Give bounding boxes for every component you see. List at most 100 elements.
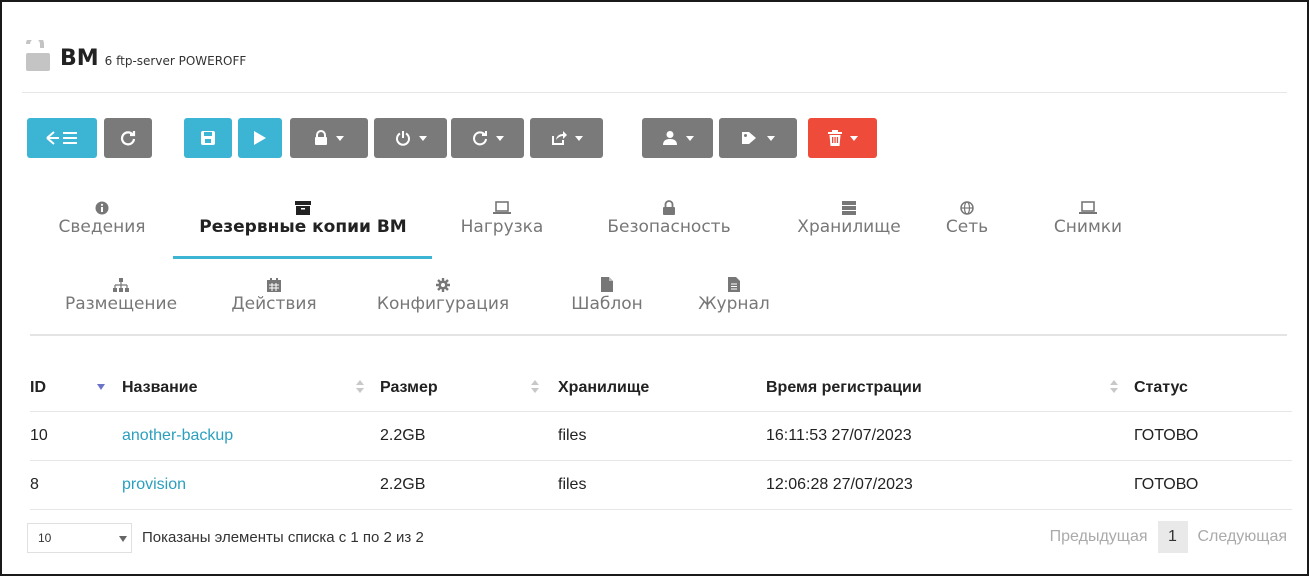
sort-icon [1110, 380, 1118, 394]
tab-label: Сведения [58, 217, 146, 237]
tab-placement[interactable]: Размещение [57, 274, 185, 314]
cell-status: ГОТОВО [1134, 460, 1292, 510]
page-1-button[interactable]: 1 [1157, 521, 1188, 553]
reboot-menu-button[interactable] [451, 118, 524, 158]
cell-registration-time: 16:11:53 27/07/2023 [766, 411, 1134, 461]
tab-log[interactable]: Журнал [693, 274, 775, 314]
chevron-down-icon [685, 135, 694, 141]
cell-status: ГОТОВО [1134, 411, 1292, 461]
back-to-list-button[interactable] [27, 118, 97, 158]
power-icon [395, 131, 410, 146]
tab-load[interactable]: Нагрузка [454, 197, 550, 237]
calendar-icon [267, 278, 281, 292]
table-row[interactable]: 10 another-backup 2.2GB files 16:11:53 2… [30, 411, 1292, 461]
tab-label: Действия [231, 294, 317, 314]
tag-icon [742, 132, 756, 144]
tab-label: Снимки [1053, 217, 1123, 237]
table-row[interactable]: 8 provision 2.2GB files 12:06:28 27/07/2… [30, 460, 1292, 510]
column-header-storage[interactable]: Хранилище [558, 364, 766, 412]
column-header-size[interactable]: Размер [380, 364, 558, 412]
tab-security[interactable]: Безопасность [599, 197, 739, 237]
tab-label: Шаблон [571, 294, 643, 314]
divider [30, 334, 1287, 336]
floppy-icon [201, 131, 215, 145]
delete-menu-button[interactable] [808, 118, 877, 158]
backup-name-link[interactable]: another-backup [122, 427, 233, 444]
cell-storage: files [558, 411, 766, 461]
laptop-icon [493, 201, 511, 214]
backup-name-link[interactable]: provision [122, 476, 186, 493]
previous-page-button[interactable]: Предыдущая [1050, 528, 1148, 546]
vm-detail-panel: ВМ 6 ftp-server POWEROFF Сведения Резерв… [0, 0, 1309, 576]
share-icon [551, 131, 567, 145]
page-title: ВМ [60, 46, 99, 71]
tab-label: Хранилище [797, 217, 901, 237]
cell-size: 2.2GB [380, 411, 558, 461]
user-menu-button[interactable] [642, 118, 713, 158]
chevron-down-icon [574, 135, 583, 141]
cell-name: provision [122, 460, 380, 510]
tab-storage[interactable]: Хранилище [789, 197, 909, 237]
next-page-button[interactable]: Следующая [1198, 528, 1288, 546]
page-subtitle: 6 ftp-server POWEROFF [104, 54, 247, 68]
tab-template[interactable]: Шаблон [562, 274, 652, 314]
active-tab-indicator [173, 256, 432, 259]
lock-icon [315, 130, 327, 145]
chevron-down-icon [767, 135, 775, 141]
pagination: Предыдущая 1 Следующая [1050, 521, 1287, 553]
lock-menu-button[interactable] [290, 118, 368, 158]
refresh-icon [120, 131, 136, 146]
sort-descending-icon [97, 384, 105, 390]
chevron-down-icon [418, 135, 427, 141]
tags-menu-button[interactable] [719, 118, 797, 158]
table-header-row: ID Название Размер Хранилище Время регис… [30, 364, 1292, 412]
column-header-status[interactable]: Статус [1134, 364, 1292, 412]
save-button[interactable] [184, 118, 232, 158]
tab-label: Конфигурация [376, 294, 510, 314]
play-button[interactable] [238, 118, 282, 158]
tab-info[interactable]: Сведения [58, 197, 146, 237]
file-text-icon [728, 277, 740, 292]
reload-icon [472, 131, 487, 146]
tab-label: Резервные копии ВМ [199, 217, 407, 237]
column-header-name[interactable]: Название [122, 364, 380, 412]
trash-icon [827, 130, 842, 146]
tab-configuration[interactable]: Конфигурация [370, 274, 516, 314]
divider [22, 92, 1287, 93]
cell-storage: files [558, 460, 766, 510]
info-icon [95, 201, 109, 215]
tab-label: Нагрузка [460, 217, 544, 237]
server-icon [842, 201, 856, 215]
table-footer: 10 Показаны элементы списка с 1 по 2 из … [27, 521, 1287, 553]
sort-icon [531, 380, 539, 394]
chevron-down-icon [336, 135, 344, 141]
play-icon [254, 131, 266, 145]
cell-size: 2.2GB [380, 460, 558, 510]
page-header: ВМ 6 ftp-server POWEROFF [22, 32, 246, 72]
tab-label: Безопасность [607, 217, 731, 237]
cell-id: 8 [30, 460, 122, 510]
tab-snapshots[interactable]: Снимки [1048, 197, 1128, 237]
user-icon [662, 131, 677, 145]
file-icon [601, 277, 613, 292]
tab-network[interactable]: Сеть [942, 197, 992, 237]
tab-label: Размещение [64, 294, 178, 314]
tab-vm-backups[interactable]: Резервные копии ВМ [197, 197, 409, 237]
table-info: Показаны элементы списка с 1 по 2 из 2 [142, 529, 424, 546]
column-header-id[interactable]: ID [30, 364, 122, 412]
chevron-down-icon [849, 135, 858, 141]
unlock-icon [26, 40, 50, 71]
page-size-select[interactable]: 10 [27, 523, 132, 553]
tab-label: Журнал [698, 294, 770, 314]
cell-id: 10 [30, 411, 122, 461]
arrow-list-icon [46, 131, 77, 145]
share-menu-button[interactable] [530, 118, 603, 158]
archive-icon [295, 201, 311, 215]
refresh-button[interactable] [104, 118, 152, 158]
tab-actions[interactable]: Действия [224, 274, 324, 314]
column-header-registration-time[interactable]: Время регистрации [766, 364, 1134, 412]
backups-table: ID Название Размер Хранилище Время регис… [30, 364, 1292, 510]
power-menu-button[interactable] [374, 118, 447, 158]
cell-registration-time: 12:06:28 27/07/2023 [766, 460, 1134, 510]
tab-label: Сеть [945, 217, 989, 237]
